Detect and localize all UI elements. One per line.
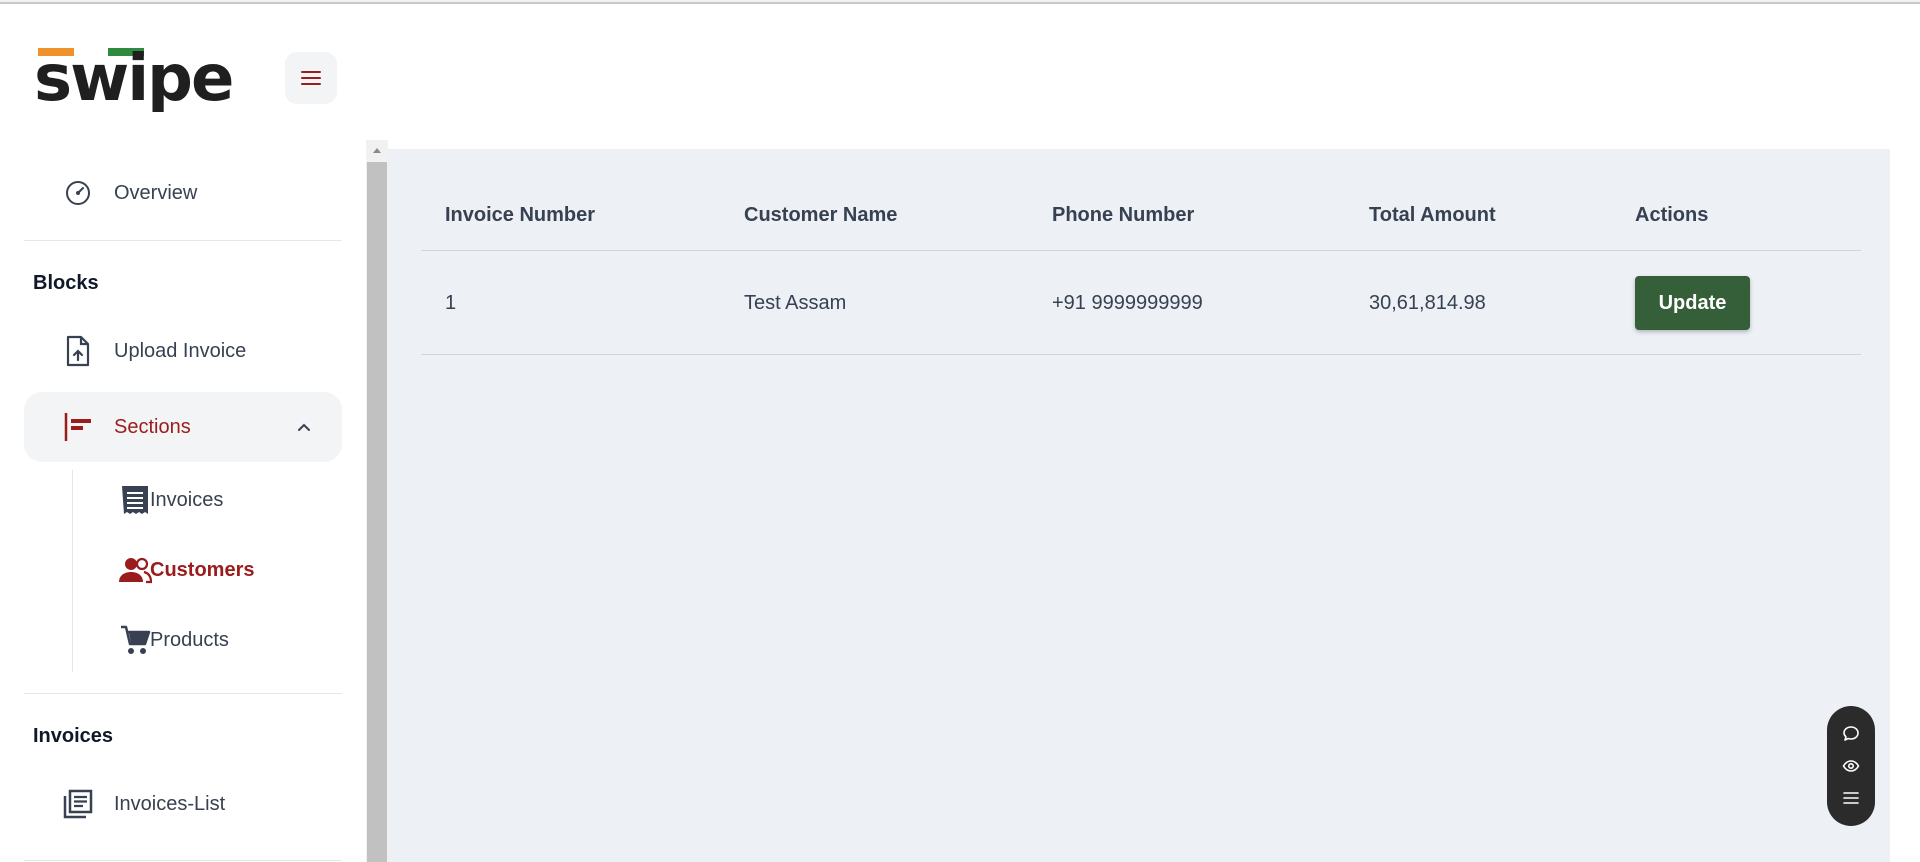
cart-icon [118,623,152,657]
cell-phone-number: +91 9999999999 [1052,291,1203,314]
sidebar: Overview Blocks Upload Invoice Sections … [24,150,342,862]
column-header-phone-number[interactable]: Phone Number [1052,179,1194,251]
sidebar-heading-invoices: Invoices [33,725,114,747]
sidebar-item-sections[interactable]: Sections [24,392,342,462]
sidebar-divider [24,860,342,861]
table-header: Invoice Number Customer Name Phone Numbe… [421,179,1861,251]
speedometer-icon [62,177,94,209]
submenu-guide-line [72,470,73,672]
sidebar-divider [24,240,342,241]
sidebar-item-invoices-list[interactable]: Invoices-List [24,769,342,839]
eye-icon[interactable] [1839,754,1863,778]
sidebar-divider [24,693,342,694]
cell-invoice-number: 1 [445,291,457,314]
chat-icon[interactable] [1839,722,1863,746]
sidebar-item-upload-invoice[interactable]: Upload Invoice [24,316,342,386]
browser-top-edge [0,0,1920,4]
table-row: 1 Test Assam +91 9999999999 30,61,814.98… [421,251,1861,355]
sidebar-item-products[interactable]: Products [96,610,342,670]
sidebar-item-label: Customers [150,558,255,581]
cell-actions: Update [1635,251,1750,355]
sidebar-item-label: Upload Invoice [114,339,247,362]
sidebar-item-label: Sections [114,415,191,438]
sidebar-item-customers[interactable]: Customers [96,540,342,600]
users-icon [118,553,152,587]
scrollbar-thumb[interactable] [367,162,387,862]
chevron-up-icon[interactable] [294,417,314,437]
list-icon [62,788,94,820]
sidebar-item-overview[interactable]: Overview [24,158,342,228]
sidebar-item-label: Products [150,628,229,651]
sidebar-item-label: Invoices [150,488,224,511]
receipt-icon [118,483,152,517]
swipe-logo-mark: swipe [34,42,234,112]
cell-total-amount: 30,61,814.98 [1369,291,1486,314]
cell-customer-name: Test Assam [744,291,847,314]
file-upload-icon [62,335,94,367]
swipe-logo[interactable]: swipe [34,42,264,112]
customers-table: Invoice Number Customer Name Phone Numbe… [421,179,1861,355]
sidebar-item-label: Invoices-List [114,792,226,815]
main-panel: Invoice Number Customer Name Phone Numbe… [388,149,1890,862]
floating-toolbar [1827,706,1875,826]
column-header-total-amount[interactable]: Total Amount [1369,179,1496,251]
sidebar-heading-blocks: Blocks [33,272,99,294]
scroll-up-arrow-icon[interactable] [366,140,388,160]
menu-icon[interactable] [1839,786,1863,810]
sections-icon [62,411,94,443]
column-header-customer-name[interactable]: Customer Name [744,179,897,251]
hamburger-icon [301,71,321,85]
update-button[interactable]: Update [1635,276,1750,330]
column-header-invoice-number[interactable]: Invoice Number [445,179,595,251]
sidebar-item-label: Overview [114,181,198,204]
svg-text:swipe: swipe [34,42,232,112]
sidebar-item-invoices[interactable]: Invoices [96,470,342,530]
column-header-actions: Actions [1635,203,1709,226]
vertical-scrollbar[interactable] [366,140,388,862]
sidebar-toggle-button[interactable] [285,52,337,104]
